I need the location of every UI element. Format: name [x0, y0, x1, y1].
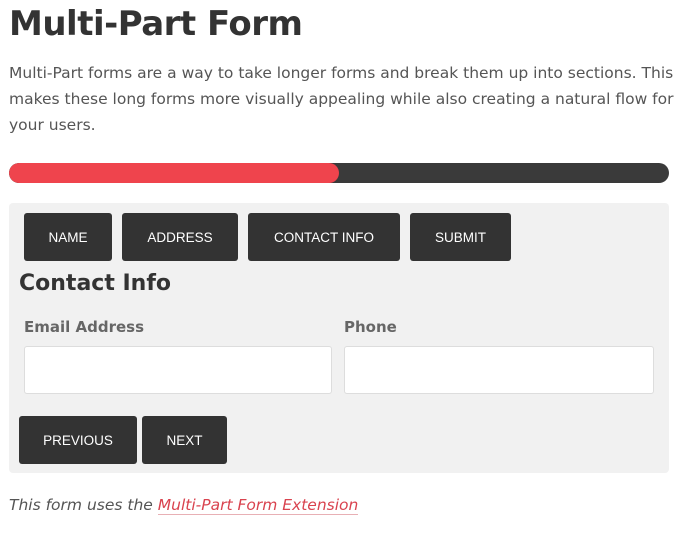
- extension-link[interactable]: Multi-Part Form Extension: [157, 496, 359, 515]
- progress-bar: [9, 163, 669, 183]
- section-title: Contact Info: [19, 271, 172, 296]
- page-title: Multi-Part Form: [9, 4, 303, 44]
- form-panel: NAME ADDRESS CONTACT INFO SUBMIT Contact…: [9, 203, 669, 473]
- email-field[interactable]: [24, 346, 332, 394]
- tab-address[interactable]: ADDRESS: [122, 213, 238, 261]
- email-label: Email Address: [24, 318, 145, 336]
- footer-text: This form uses the: [9, 496, 158, 514]
- tab-name[interactable]: NAME: [24, 213, 112, 261]
- tab-contact-info[interactable]: CONTACT INFO: [248, 213, 400, 261]
- tab-submit[interactable]: SUBMIT: [410, 213, 511, 261]
- previous-button[interactable]: PREVIOUS: [19, 416, 137, 464]
- footer-note: This form uses the Multi-Part Form Exten…: [9, 496, 359, 515]
- phone-field[interactable]: [344, 346, 654, 394]
- intro-text: Multi-Part forms are a way to take longe…: [9, 64, 674, 134]
- next-button[interactable]: NEXT: [142, 416, 227, 464]
- progress-fill: [9, 163, 339, 183]
- phone-label: Phone: [344, 318, 397, 336]
